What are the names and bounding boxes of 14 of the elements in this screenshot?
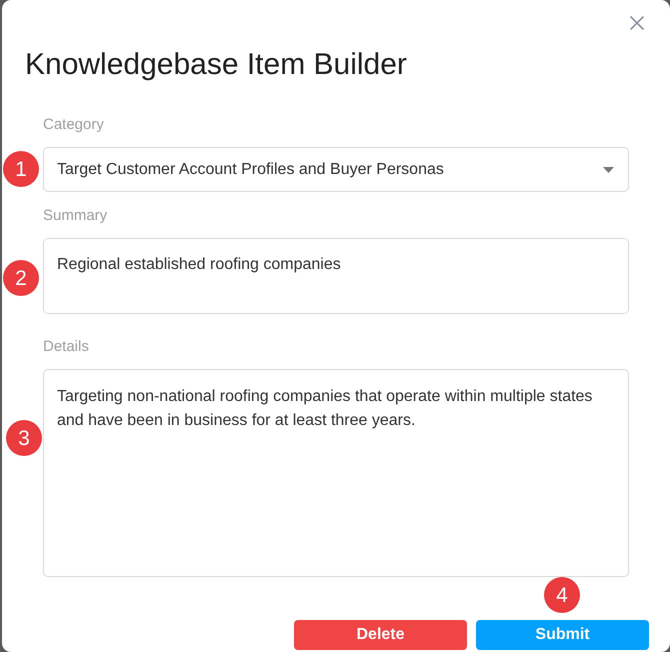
step-number-badge: 4 (544, 577, 580, 613)
step-number-badge: 3 (6, 420, 42, 456)
field-label: Category (43, 115, 105, 135)
step-number-badge: 1 (3, 151, 39, 187)
delete-button[interactable]: Delete (294, 620, 467, 650)
close-icon[interactable] (630, 16, 644, 30)
field-label: Summary (43, 206, 108, 226)
step-number-badge: 2 (3, 260, 39, 296)
category-select[interactable]: Target Customer Account Profiles and Buyer Personas (43, 147, 629, 192)
summary-field[interactable]: Regional established roofing companies (43, 238, 629, 314)
dialog-title: Knowledgebase Item Builder (25, 47, 408, 83)
field-label: Details (43, 337, 90, 357)
caret-down-icon (603, 166, 614, 172)
details-field[interactable]: Targeting non-national roofing companies that operate within multiple states and have been in business for at least three years. (43, 369, 629, 577)
